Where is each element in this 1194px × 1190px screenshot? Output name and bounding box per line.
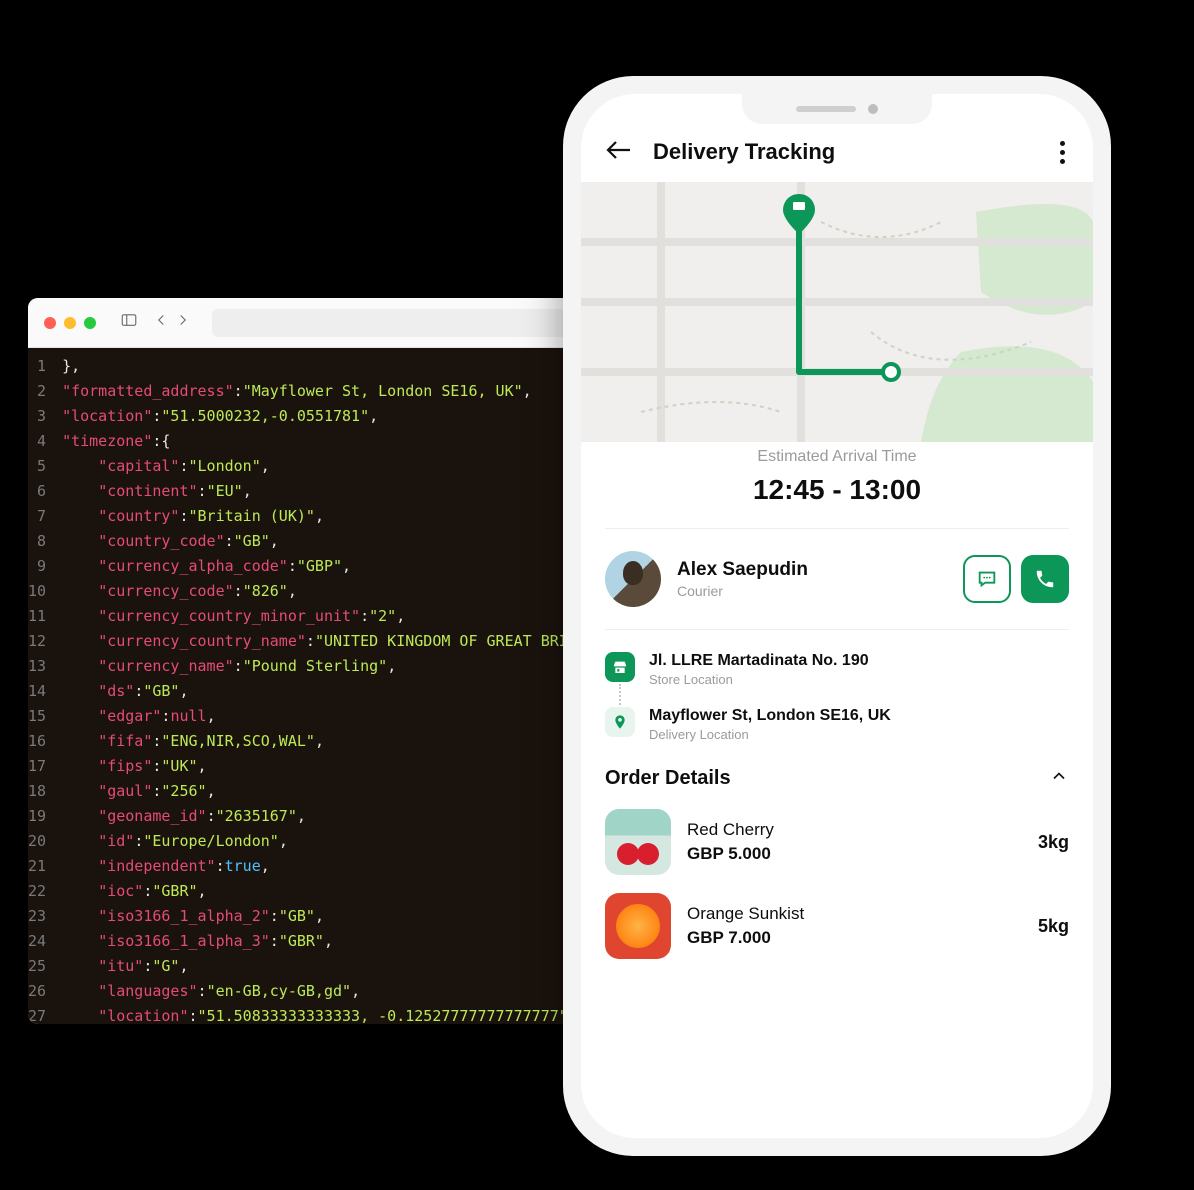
order-details-title: Order Details — [605, 767, 731, 790]
call-button[interactable] — [1021, 555, 1069, 603]
code-editor-window: 1234567891011121314151617181920212223242… — [28, 298, 584, 1024]
eta-value: 12:45 - 13:00 — [605, 474, 1069, 506]
store-location-row: Jl. LLRE Martadinata No. 190 Store Locat… — [605, 652, 1069, 687]
divider — [605, 528, 1069, 529]
minimize-window-button[interactable] — [64, 317, 76, 329]
courier-row: Alex Saepudin Courier — [605, 551, 1069, 607]
item-name: Orange Sunkist — [687, 904, 1022, 924]
item-thumbnail — [605, 893, 671, 959]
map-view[interactable] — [581, 182, 1093, 442]
destination-pin-icon — [605, 707, 635, 737]
delivery-address: Mayflower St, London SE16, UK — [649, 707, 891, 725]
back-button[interactable] — [605, 139, 633, 166]
courier-avatar[interactable] — [605, 551, 661, 607]
order-details-header[interactable]: Order Details — [605, 766, 1069, 791]
nav-forward-icon[interactable] — [174, 311, 192, 334]
order-item[interactable]: Red Cherry GBP 5.000 3kg — [605, 809, 1069, 875]
store-address: Jl. LLRE Martadinata No. 190 — [649, 652, 869, 670]
phone-notch — [742, 94, 932, 124]
address-bar[interactable] — [212, 309, 568, 337]
code-content[interactable]: },"formatted_address":"Mayflower St, Lon… — [54, 348, 584, 1024]
line-number-gutter: 1234567891011121314151617181920212223242… — [28, 348, 54, 1024]
maximize-window-button[interactable] — [84, 317, 96, 329]
order-item[interactable]: Orange Sunkist GBP 7.000 5kg — [605, 893, 1069, 959]
item-quantity: 3kg — [1038, 832, 1069, 853]
item-price: GBP 5.000 — [687, 844, 1022, 864]
phone-screen: Delivery Tracking — [581, 94, 1093, 1138]
bottom-sheet: Estimated Arrival Time 12:45 - 13:00 Ale… — [581, 424, 1093, 1138]
more-options-button[interactable] — [1056, 137, 1069, 168]
chevron-up-icon — [1049, 766, 1069, 791]
close-window-button[interactable] — [44, 317, 56, 329]
phone-device-frame: Delivery Tracking — [563, 76, 1111, 1156]
item-quantity: 5kg — [1038, 916, 1069, 937]
courier-name: Alex Saepudin — [677, 559, 947, 581]
traffic-lights — [44, 317, 96, 329]
destination-marker-icon — [883, 364, 899, 380]
divider — [605, 629, 1069, 630]
window-titlebar — [28, 298, 584, 348]
nav-back-icon[interactable] — [152, 311, 170, 334]
page-title: Delivery Tracking — [653, 139, 1036, 165]
delivery-location-row: Mayflower St, London SE16, UK Delivery L… — [605, 707, 1069, 742]
store-label: Store Location — [649, 672, 869, 687]
item-name: Red Cherry — [687, 820, 1022, 840]
chat-button[interactable] — [963, 555, 1011, 603]
store-icon — [605, 652, 635, 682]
courier-role: Courier — [677, 583, 947, 599]
sidebar-toggle-icon[interactable] — [120, 311, 138, 334]
delivery-label: Delivery Location — [649, 727, 891, 742]
item-price: GBP 7.000 — [687, 928, 1022, 948]
eta-label: Estimated Arrival Time — [605, 448, 1069, 466]
item-thumbnail — [605, 809, 671, 875]
code-body: 1234567891011121314151617181920212223242… — [28, 348, 584, 1024]
